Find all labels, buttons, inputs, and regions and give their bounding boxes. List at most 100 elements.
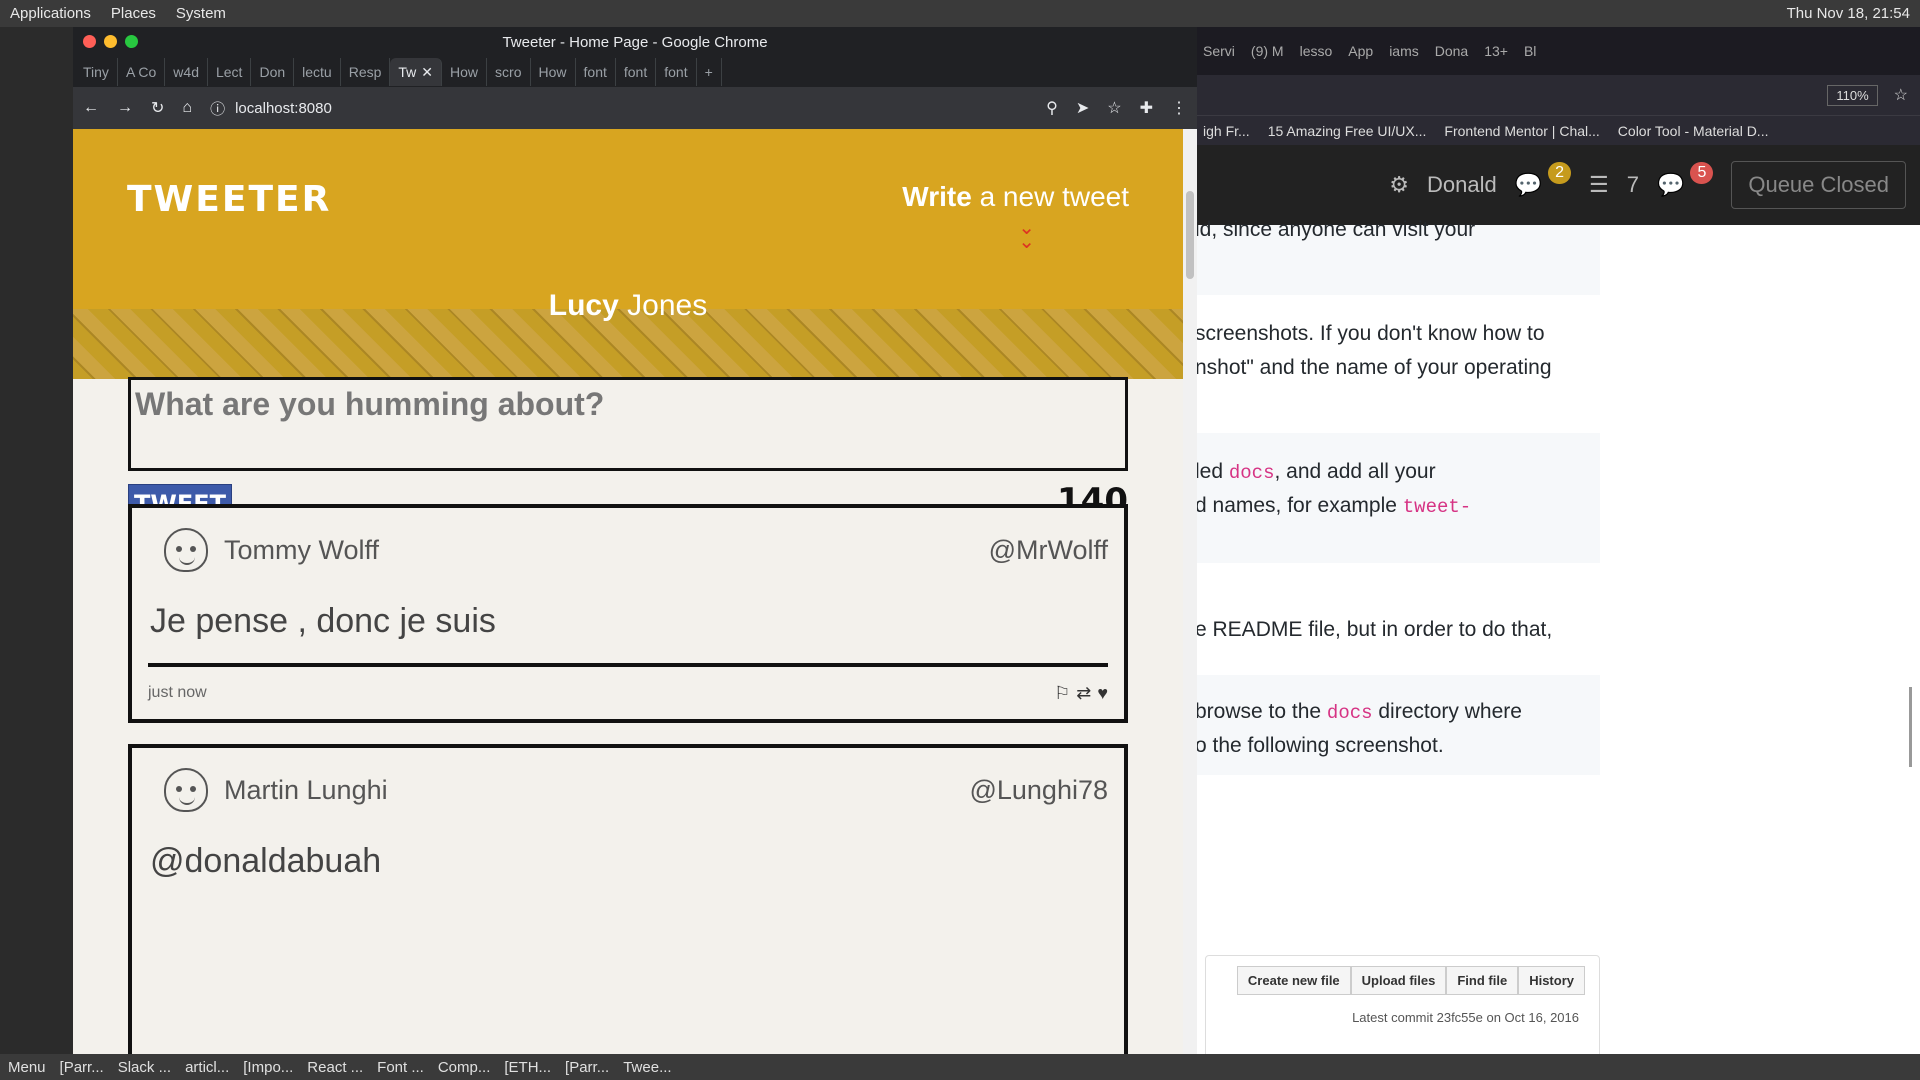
- chevron-down-icon[interactable]: ⌄ ⌄: [1018, 218, 1035, 252]
- tab-label: Tw: [398, 64, 417, 80]
- forward-arrow-icon[interactable]: →: [117, 99, 133, 117]
- taskbar-item[interactable]: [Impo...: [243, 1059, 293, 1076]
- tweet-author: Martin Lunghi: [224, 774, 388, 805]
- back-arrow-icon[interactable]: ←: [83, 99, 99, 117]
- text-block: id, since anyone can visit your: [1195, 218, 1600, 295]
- firefox-tab[interactable]: 13+: [1484, 43, 1508, 59]
- taskbar-item-active[interactable]: Twee...: [623, 1059, 671, 1076]
- text-line: e README file, but in order to do that,: [1195, 618, 1553, 641]
- info-icon[interactable]: ⓘ: [210, 98, 225, 119]
- clock[interactable]: Thu Nov 18, 21:54: [1777, 5, 1920, 22]
- bookmark-item[interactable]: Color Tool - Material D...: [1618, 123, 1769, 139]
- chrome-tab[interactable]: How: [531, 58, 576, 86]
- close-tab-icon[interactable]: ✕: [421, 64, 433, 81]
- firefox-tab[interactable]: Servi: [1203, 43, 1235, 59]
- chrome-tab[interactable]: font: [656, 58, 697, 86]
- taskbar-item[interactable]: articl...: [185, 1059, 229, 1076]
- extensions-icon[interactable]: ✚: [1140, 98, 1153, 118]
- new-tab-button[interactable]: +: [697, 58, 722, 86]
- taskbar-item[interactable]: React ...: [307, 1059, 363, 1076]
- retweet-icon[interactable]: ⇄: [1076, 683, 1091, 704]
- url-text[interactable]: localhost:8080: [235, 100, 332, 117]
- history-button[interactable]: History: [1518, 966, 1585, 995]
- gear-icon: ⚙: [1389, 172, 1410, 197]
- tweet-text: @donaldabuah: [150, 842, 382, 880]
- article-content: id, since anyone can visit your screensh…: [1195, 218, 1920, 1054]
- chrome-tab[interactable]: scro: [487, 58, 531, 86]
- zoom-icon[interactable]: ⚲: [1046, 98, 1058, 118]
- firefox-scrollbar[interactable]: [1909, 687, 1912, 767]
- firefox-tab[interactable]: Dona: [1435, 43, 1468, 59]
- list-count[interactable]: 7: [1627, 172, 1639, 198]
- taskbar-menu-button[interactable]: Menu: [8, 1059, 46, 1076]
- chrome-tab[interactable]: A Co: [118, 58, 166, 86]
- taskbar-item[interactable]: Slack ...: [118, 1059, 171, 1076]
- bookmark-item[interactable]: 15 Amazing Free UI/UX...: [1268, 123, 1427, 139]
- queue-button[interactable]: Queue Closed: [1731, 161, 1906, 209]
- flag-icon[interactable]: ⚐: [1054, 683, 1070, 704]
- zoom-indicator[interactable]: 110%: [1827, 84, 1878, 106]
- compose-toggle[interactable]: Write a new tweet: [902, 181, 1129, 213]
- text-block: led docs, and add all your d names, for …: [1195, 433, 1600, 563]
- chrome-tab[interactable]: Don: [251, 58, 295, 86]
- firefox-tab[interactable]: Bl: [1524, 43, 1536, 59]
- firefox-tab[interactable]: App: [1348, 43, 1373, 59]
- desktop-top-panel: Applications Places System Thu Nov 18, 2…: [0, 0, 1920, 27]
- tweet-author: Tommy Wolff: [224, 534, 380, 565]
- tweet-input[interactable]: What are you humming about?: [128, 377, 1128, 471]
- chrome-tab[interactable]: How: [442, 58, 488, 86]
- upload-files-button[interactable]: Upload files: [1350, 966, 1447, 995]
- site-logo[interactable]: TWEETER: [127, 179, 331, 220]
- comment-icon[interactable]: 💬: [1657, 172, 1684, 198]
- tweet-handle: @MrWolff: [988, 534, 1108, 565]
- tweet-card: Tommy Wolff @MrWolff Je pense , donc je …: [128, 504, 1128, 723]
- places-menu[interactable]: Places: [101, 5, 166, 22]
- send-icon[interactable]: ➤: [1076, 98, 1089, 118]
- chrome-tab[interactable]: Lect: [208, 58, 252, 86]
- home-icon[interactable]: ⌂: [182, 99, 192, 117]
- taskbar-item[interactable]: [Parr...: [60, 1059, 104, 1076]
- applications-menu[interactable]: Applications: [0, 5, 101, 22]
- chrome-tab[interactable]: Resp: [341, 58, 391, 86]
- bookmark-item[interactable]: Frontend Mentor | Chal...: [1444, 123, 1599, 139]
- taskbar-item[interactable]: Comp...: [438, 1059, 491, 1076]
- firefox-tab[interactable]: iams: [1389, 43, 1419, 59]
- chrome-tab[interactable]: font: [616, 58, 657, 86]
- taskbar-item[interactable]: [Parr...: [565, 1059, 609, 1076]
- taskbar-item[interactable]: [ETH...: [504, 1059, 551, 1076]
- heart-icon[interactable]: ♥: [1097, 683, 1108, 704]
- minimize-window-button[interactable]: [104, 35, 117, 48]
- system-menu[interactable]: System: [166, 5, 236, 22]
- profile-last: Jones: [627, 289, 708, 322]
- profile-first: Lucy: [548, 289, 619, 322]
- chat-icon[interactable]: 💬: [1515, 172, 1542, 198]
- maximize-window-button[interactable]: [125, 35, 138, 48]
- taskbar-item[interactable]: Font ...: [377, 1059, 424, 1076]
- firefox-tab[interactable]: (9) M: [1251, 43, 1284, 59]
- avatar: [164, 528, 208, 572]
- tweet-time: just now: [148, 684, 207, 701]
- chrome-tab[interactable]: Tiny: [75, 58, 118, 86]
- reload-icon[interactable]: ↻: [151, 98, 164, 118]
- menu-dots-icon[interactable]: ⋮: [1171, 98, 1187, 118]
- scrollbar-thumb[interactable]: [1186, 191, 1194, 279]
- chrome-tab[interactable]: lectu: [294, 58, 341, 86]
- chrome-tab-active[interactable]: Tw ✕: [390, 58, 443, 86]
- chrome-tab[interactable]: w4d: [165, 58, 208, 86]
- text-line: id, since anyone can visit your: [1195, 218, 1476, 241]
- text-line: d names, for example tweet-: [1195, 494, 1472, 518]
- text-line: browse to the docs directory where: [1195, 700, 1522, 724]
- page-scrollbar[interactable]: [1183, 129, 1197, 1054]
- chrome-tab[interactable]: font: [576, 58, 616, 86]
- find-file-button[interactable]: Find file: [1446, 966, 1519, 995]
- create-new-file-button[interactable]: Create new file: [1236, 966, 1351, 995]
- firefox-tab[interactable]: lesso: [1300, 43, 1333, 59]
- address-bar[interactable]: ⓘ localhost:8080: [210, 98, 1028, 119]
- bookmark-item[interactable]: igh Fr...: [1203, 123, 1250, 139]
- chrome-toolbar: ← → ↻ ⌂ ⓘ localhost:8080 ⚲ ➤ ☆ ✚ ⋮: [73, 87, 1197, 129]
- star-icon[interactable]: ☆: [1107, 98, 1121, 118]
- bookmark-star-icon[interactable]: ☆: [1894, 85, 1908, 105]
- chrome-tabstrip: Tiny A Co w4d Lect Don lectu Resp Tw ✕ Ho…: [73, 57, 1197, 87]
- user-menu[interactable]: Donald: [1427, 172, 1497, 198]
- close-window-button[interactable]: [83, 35, 96, 48]
